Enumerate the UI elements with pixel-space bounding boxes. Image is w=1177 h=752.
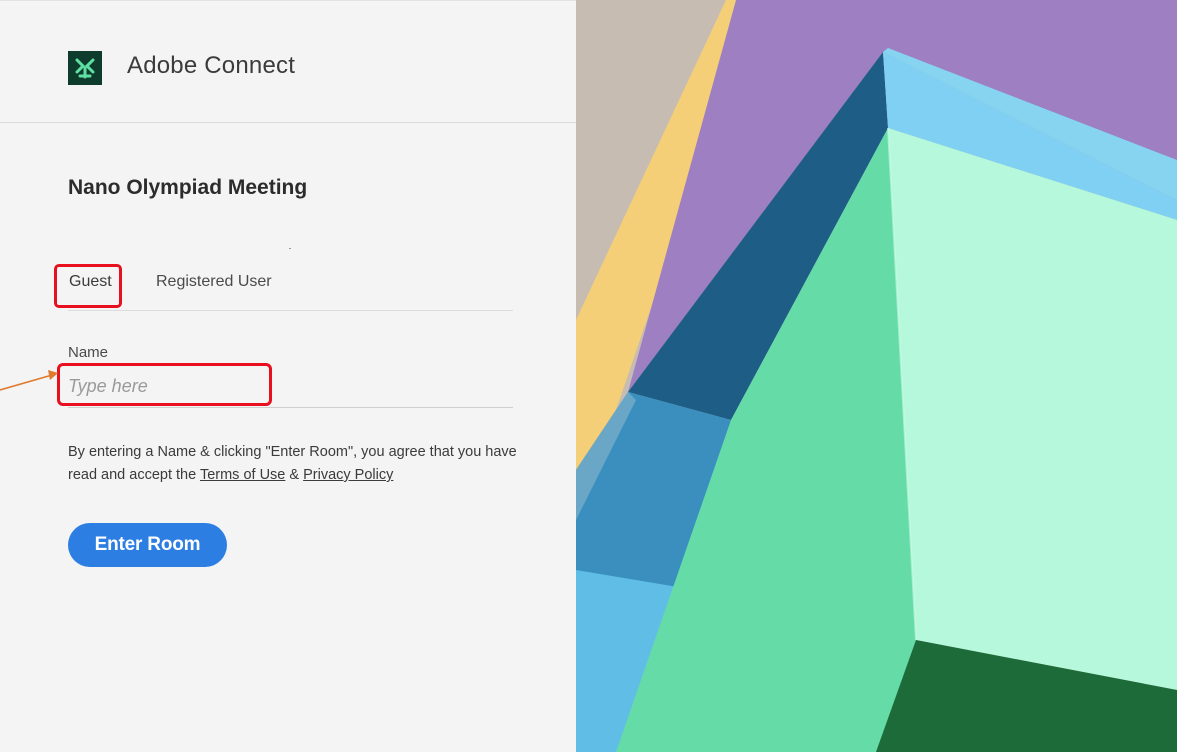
- decorative-geometric-artwork: [576, 0, 1177, 752]
- guest-tab-highlight-box: [54, 264, 122, 308]
- header: Adobe Connect: [0, 11, 576, 123]
- enter-room-button[interactable]: Enter Room: [68, 523, 227, 567]
- terms-of-use-link[interactable]: Terms of Use: [200, 467, 285, 483]
- tab-registered-user[interactable]: Registered User: [156, 273, 272, 291]
- meeting-title: Nano Olympiad Meeting: [68, 176, 308, 199]
- login-page: Adobe Connect Nano Olympiad Meeting Gues…: [0, 0, 1177, 752]
- consent-separator: &: [285, 467, 304, 483]
- privacy-policy-link[interactable]: Privacy Policy: [303, 467, 393, 483]
- name-input-highlight-box: [57, 363, 272, 406]
- decorative-dot: [289, 248, 291, 249]
- app-name: Adobe Connect: [127, 52, 296, 79]
- name-label: Name: [68, 344, 109, 361]
- adobe-connect-logo-icon: [68, 51, 102, 85]
- annotation-arrow-icon: [0, 370, 58, 391]
- consent-text: By entering a Name & clicking "Enter Roo…: [68, 441, 518, 487]
- login-tabs: Guest Registered User: [68, 263, 513, 311]
